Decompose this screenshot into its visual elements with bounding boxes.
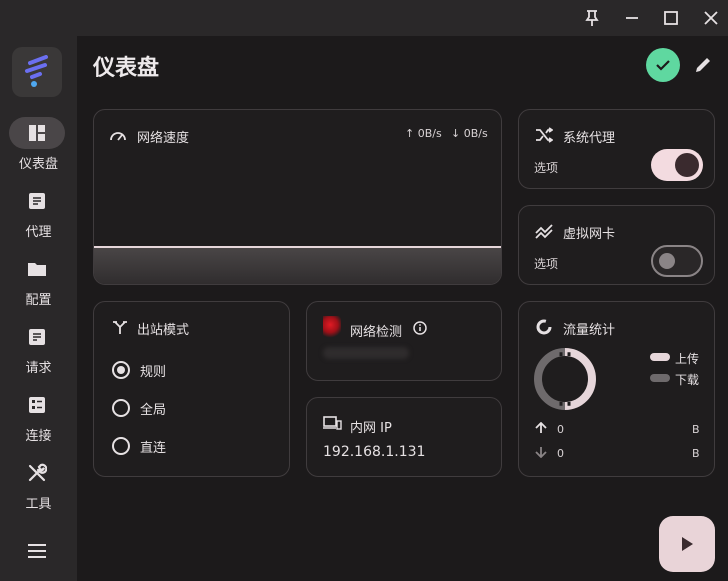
speedometer-icon (108, 125, 128, 145)
mode-option-label: 全局 (140, 402, 167, 418)
sidebar: 仪表盘 代理 配置 请求 连接 工具 (0, 36, 77, 581)
legend-upload-swatch (650, 353, 670, 361)
sidebar-item-label: 仪表盘 (18, 157, 58, 172)
start-button[interactable] (659, 516, 715, 572)
shuffle-icon (534, 125, 554, 145)
download-speed: ↓ 0B/s (451, 127, 488, 140)
system-proxy-card: 系统代理 选项 (518, 109, 715, 189)
tun-option-label: 选项 (534, 257, 559, 271)
network-check-card: 网络检测 (306, 301, 502, 381)
download-total-value: 0 (557, 447, 564, 460)
traffic-stats-title: 流量统计 (563, 323, 616, 338)
menu-icon[interactable] (26, 542, 48, 560)
system-proxy-option-label: 选项 (534, 161, 559, 175)
close-icon[interactable] (699, 6, 723, 30)
outbound-mode-title: 出站模式 (137, 323, 190, 338)
network-check-title: 网络检测 (350, 325, 403, 340)
tun-icon (534, 221, 554, 241)
edit-button[interactable] (691, 53, 715, 77)
sidebar-item-label: 配置 (25, 293, 52, 308)
proxy-list-icon (9, 185, 65, 217)
upload-total-value: 0 (557, 423, 564, 436)
sidebar-item-connections[interactable]: 连接 (0, 389, 77, 449)
sidebar-item-label: 请求 (25, 361, 52, 376)
sidebar-item-dashboard[interactable]: 仪表盘 (0, 117, 77, 177)
intranet-ip-title: 内网 IP (350, 421, 392, 436)
arrow-up-icon (534, 421, 548, 435)
donut-chart-icon (534, 317, 554, 337)
fork-icon (110, 317, 130, 337)
tun-card: 虚拟网卡 选项 (518, 205, 715, 285)
upload-total-unit: B (692, 423, 700, 436)
maximize-icon[interactable] (659, 6, 683, 30)
pencil-icon (696, 58, 710, 72)
sidebar-item-rules[interactable]: 请求 (0, 321, 77, 381)
intranet-ip-value: 192.168.1.131 (323, 444, 426, 460)
mode-option-label: 规则 (140, 364, 167, 380)
traffic-stats-card: 流量统计 上传 下载 0 B 0 B (518, 301, 715, 477)
mode-option-rule[interactable]: 规则 (112, 359, 166, 381)
network-check-flag-icon (323, 316, 341, 338)
status-check-button[interactable] (646, 48, 680, 82)
radio-button[interactable] (112, 399, 130, 417)
legend-download-label: 下载 (675, 373, 700, 387)
sidebar-item-proxy[interactable]: 代理 (0, 185, 77, 245)
devices-icon (322, 414, 342, 434)
legend-upload-label: 上传 (675, 352, 700, 366)
pin-icon[interactable] (580, 6, 604, 30)
dashboard-icon (9, 117, 65, 149)
window-titlebar (0, 0, 728, 36)
speed-graph-area (94, 247, 501, 284)
rules-icon (9, 321, 65, 353)
tun-title: 虚拟网卡 (563, 227, 616, 242)
intranet-ip-card: 内网 IP 192.168.1.131 (306, 397, 502, 477)
legend-download-swatch (650, 374, 670, 382)
app-logo (12, 47, 62, 97)
check-icon (656, 60, 670, 71)
system-proxy-title: 系统代理 (563, 131, 616, 146)
network-speed-card: 网络速度 ↑ 0B/s ↓ 0B/s (93, 109, 502, 285)
system-proxy-toggle[interactable] (651, 149, 703, 181)
minimize-icon[interactable] (620, 6, 644, 30)
upload-speed: ↑ 0B/s (405, 127, 442, 140)
network-speed-title: 网络速度 (137, 131, 190, 146)
tools-icon (9, 457, 65, 489)
folder-icon (9, 253, 65, 285)
sidebar-item-label: 工具 (25, 497, 52, 512)
arrow-down-icon (534, 445, 548, 459)
speed-graph-line (94, 246, 501, 248)
mode-option-label: 直连 (140, 440, 167, 456)
network-check-result-blur (323, 347, 409, 359)
play-icon (682, 537, 693, 551)
sidebar-item-profiles[interactable]: 配置 (0, 253, 77, 313)
download-total-unit: B (692, 447, 700, 460)
mode-option-direct[interactable]: 直连 (112, 435, 166, 457)
sidebar-item-label: 连接 (25, 429, 52, 444)
radio-button[interactable] (112, 437, 130, 455)
sidebar-item-tools[interactable]: 工具 (0, 457, 77, 517)
info-icon[interactable] (412, 320, 428, 336)
traffic-donut-chart (534, 348, 596, 410)
connections-icon (9, 389, 65, 421)
page-title: 仪表盘 (93, 56, 160, 81)
sidebar-item-label: 代理 (25, 225, 52, 240)
mode-option-global[interactable]: 全局 (112, 397, 166, 419)
radio-button[interactable] (112, 361, 130, 379)
outbound-mode-card: 出站模式 规则 全局 直连 (93, 301, 290, 477)
tun-toggle[interactable] (651, 245, 703, 277)
